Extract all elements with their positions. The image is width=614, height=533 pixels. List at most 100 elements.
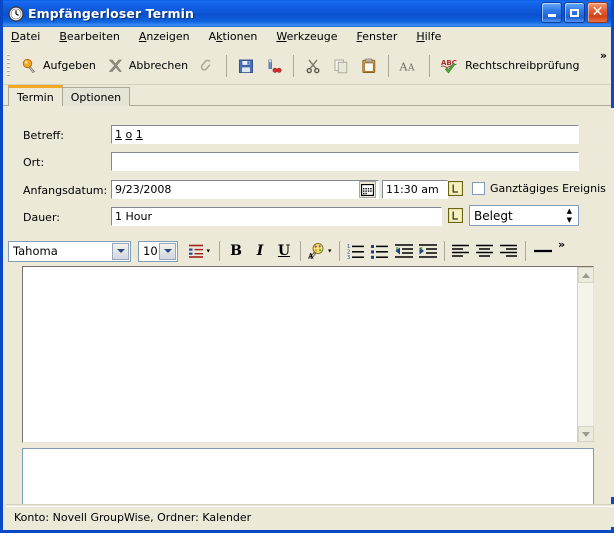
minimize-button[interactable] xyxy=(541,2,562,23)
horizontal-rule-button[interactable] xyxy=(530,239,556,263)
availability-select[interactable]: Belegt ▲ ▼ xyxy=(469,205,579,226)
start-time-input[interactable]: 11:30 am xyxy=(382,180,448,199)
menu-hilfe[interactable]: Hilfe xyxy=(416,29,450,44)
toolbar-button-cut[interactable] xyxy=(299,52,327,80)
toolbar-label-aufgeben: Aufgeben xyxy=(43,59,96,72)
toolbar-separator-4 xyxy=(429,54,431,77)
close-icon: ✕ xyxy=(591,4,604,20)
scroll-up-button[interactable] xyxy=(578,267,594,283)
font-size-combo[interactable]: 10 xyxy=(138,240,178,262)
all-day-label: Ganztägiges Ereignis xyxy=(490,182,606,195)
window-controls: ✕ xyxy=(541,2,608,23)
close-button[interactable]: ✕ xyxy=(587,2,608,23)
svg-text:3: 3 xyxy=(347,255,350,259)
toolbar-button-save[interactable] xyxy=(232,52,260,80)
clock-picker-icon xyxy=(448,181,463,196)
location-input[interactable] xyxy=(111,152,579,171)
tab-termin[interactable]: Termin xyxy=(8,85,63,106)
cancel-x-icon xyxy=(108,59,122,72)
paragraph-style-button[interactable] xyxy=(185,239,215,263)
toolbar-button-rechtschreibpruefung[interactable]: ABC Rechtschreibprüfung xyxy=(435,52,584,80)
minimize-icon xyxy=(547,14,556,17)
maximize-icon xyxy=(570,8,579,17)
increase-indent-button[interactable] xyxy=(416,239,440,263)
align-center-button[interactable] xyxy=(473,239,497,263)
toolbar-button-attachment[interactable] xyxy=(193,52,221,80)
duration-picker-button[interactable] xyxy=(447,207,464,224)
scroll-down-button[interactable] xyxy=(578,426,594,442)
menu-anzeigen[interactable]: Anzeigen xyxy=(139,29,199,44)
toolbar-button-aufgeben[interactable]: Aufgeben xyxy=(15,52,101,80)
increase-indent-icon xyxy=(418,244,437,258)
menu-werkzeuge[interactable]: Werkzeuge xyxy=(276,29,346,44)
subject-input[interactable]: 1 o 1 xyxy=(111,125,579,144)
window-frame: Empfängerloser Termin ✕ Datei Bearbeiten… xyxy=(0,0,614,533)
numbered-list-icon: 1 2 3 xyxy=(347,244,364,259)
highlight-color-icon: A xyxy=(307,243,332,260)
message-body-editor[interactable] xyxy=(22,266,594,443)
italic-button[interactable]: I xyxy=(248,239,272,263)
message-body-scrollbar[interactable] xyxy=(577,267,594,442)
subject-value: 1 o 1 xyxy=(115,128,143,141)
location-label: Ort: xyxy=(23,156,45,169)
toolbar-button-paste[interactable] xyxy=(355,52,383,80)
highlight-color-button[interactable]: A xyxy=(305,239,335,263)
start-time-picker-button[interactable] xyxy=(447,180,464,197)
bulleted-list-button[interactable] xyxy=(368,239,392,263)
align-right-button[interactable] xyxy=(497,239,521,263)
numbered-list-button[interactable]: 1 2 3 xyxy=(344,239,368,263)
format-separator-2 xyxy=(300,241,301,261)
scrollbar-track[interactable] xyxy=(578,283,593,426)
toolbar-separator-1 xyxy=(226,54,228,77)
tab-optionen[interactable]: Optionen xyxy=(61,87,131,106)
format-separator-3 xyxy=(339,241,340,261)
chevron-down-icon xyxy=(116,249,125,253)
message-body-text[interactable] xyxy=(23,267,577,442)
spinner-arrows-icon: ▲ ▼ xyxy=(566,206,572,224)
toolbar-separator-2 xyxy=(293,54,295,77)
align-left-button[interactable] xyxy=(449,239,473,263)
spellcheck-abc-icon: ABC xyxy=(440,59,457,73)
maximize-button[interactable] xyxy=(564,2,585,23)
menu-bearbeiten[interactable]: Bearbeiten xyxy=(59,29,128,44)
start-date-row: Anfangsdatum: xyxy=(23,181,111,200)
menu-fenster[interactable]: Fenster xyxy=(357,29,407,44)
font-size-dropdown-button[interactable] xyxy=(159,242,176,260)
start-date-input[interactable]: 9/23/2008 xyxy=(111,180,379,199)
clock-picker-icon xyxy=(448,208,463,223)
all-day-checkbox[interactable] xyxy=(472,182,485,195)
attachment-pane[interactable] xyxy=(22,448,594,508)
toolbar-button-abbrechen[interactable]: Abbrechen xyxy=(101,52,193,80)
bold-icon: B xyxy=(230,243,242,259)
toolbar-button-font[interactable]: A A xyxy=(394,52,424,80)
decrease-indent-button[interactable] xyxy=(392,239,416,263)
font-family-combo[interactable]: Tahoma xyxy=(8,240,131,262)
chevron-down-icon xyxy=(582,431,590,437)
underline-button[interactable]: U xyxy=(272,239,296,263)
toolbar-overflow-button[interactable]: » xyxy=(600,49,607,62)
underline-icon: U xyxy=(277,243,291,259)
menu-datei[interactable]: Datei xyxy=(11,29,49,44)
post-pin-icon xyxy=(22,58,36,73)
calendar-picker-button[interactable] xyxy=(359,181,376,198)
start-date-label: Anfangsdatum: xyxy=(23,184,108,197)
align-left-icon xyxy=(452,244,469,257)
toolbar-grip[interactable] xyxy=(7,53,10,78)
align-center-icon xyxy=(476,244,493,257)
toolbar-button-copy[interactable] xyxy=(327,52,355,80)
horizontal-rule-icon xyxy=(534,249,552,253)
italic-icon: I xyxy=(256,243,264,259)
attachment-paperclip-icon xyxy=(200,59,211,71)
font-family-dropdown-button[interactable] xyxy=(112,242,129,260)
tab-termin-label: Termin xyxy=(17,90,54,104)
duration-input[interactable]: 1 Hour xyxy=(111,207,442,226)
tab-optionen-label: Optionen xyxy=(70,90,122,104)
send-options-icon xyxy=(268,59,282,73)
menu-aktionen[interactable]: Aktionen xyxy=(209,29,267,44)
toolbar-button-send-options[interactable] xyxy=(260,52,288,80)
subject-row: Betreff: xyxy=(23,126,111,145)
all-day-checkbox-row[interactable]: Ganztägiges Ereignis xyxy=(472,182,606,195)
toolbar-separator-3 xyxy=(388,54,390,77)
bold-button[interactable]: B xyxy=(224,239,248,263)
format-toolbar-overflow-button[interactable]: » xyxy=(558,238,565,251)
